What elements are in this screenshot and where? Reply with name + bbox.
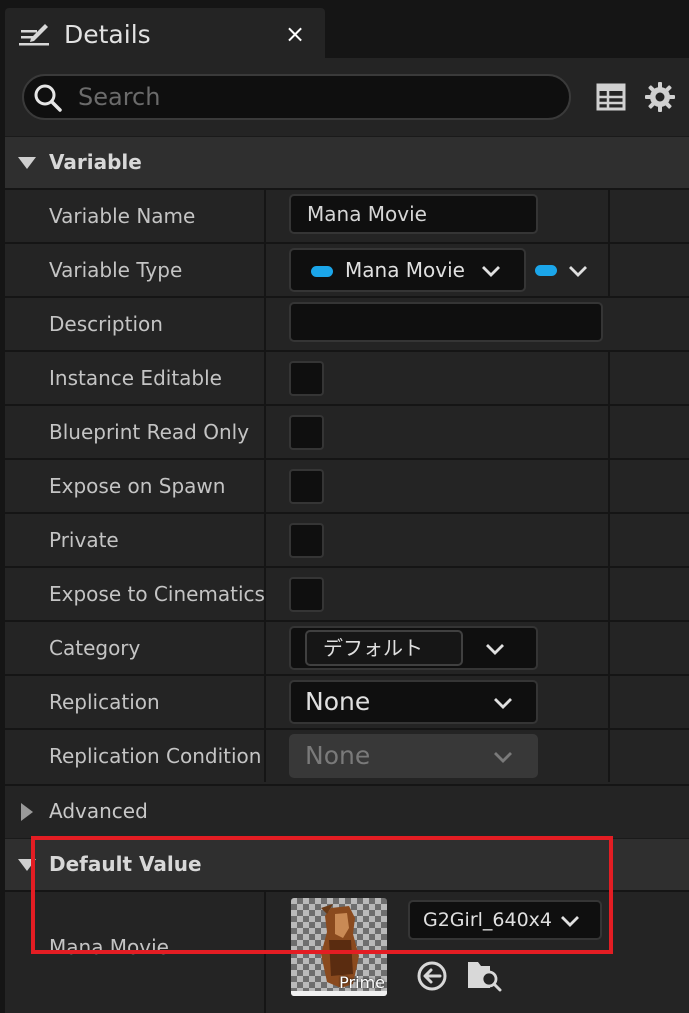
search-icon (34, 84, 62, 112)
variable-type-value: Mana Movie (345, 258, 465, 282)
property-label: Replication (49, 690, 160, 714)
highlight-box (31, 836, 613, 954)
column-divider (264, 514, 266, 566)
search-row (5, 58, 689, 136)
column-divider (264, 406, 266, 458)
row-expose-to-cinematics: Expose to Cinematics (5, 566, 689, 620)
replication-value: None (305, 687, 371, 716)
column-divider (608, 514, 610, 566)
collapse-arrow-icon (18, 157, 36, 169)
replication-condition-dropdown: None (289, 734, 538, 778)
details-tab[interactable]: Details × (5, 8, 325, 58)
property-label: Category (49, 636, 141, 660)
thumbnail-bar (291, 991, 387, 996)
expose-on-spawn-checkbox[interactable] (289, 469, 324, 504)
row-replication: Replication None (5, 674, 689, 728)
search-input[interactable] (78, 79, 558, 115)
row-replication-condition: Replication Condition None (5, 728, 689, 782)
column-divider (608, 676, 610, 728)
column-divider (608, 190, 610, 242)
instance-editable-checkbox[interactable] (289, 361, 324, 396)
expand-arrow-icon (21, 803, 33, 821)
column-divider (264, 676, 266, 728)
property-label: Description (49, 312, 163, 336)
expose-to-cinematics-checkbox[interactable] (289, 577, 324, 612)
tab-bar: Details × (0, 0, 689, 58)
column-divider (264, 460, 266, 512)
section-variable[interactable]: Variable (5, 136, 689, 188)
column-divider (608, 460, 610, 512)
description-field[interactable] (289, 302, 603, 342)
column-divider (608, 244, 610, 296)
chevron-down-icon (494, 752, 512, 763)
category-input[interactable]: デフォルト (305, 630, 463, 666)
column-divider (608, 406, 610, 458)
chevron-down-icon (482, 266, 500, 277)
column-divider (264, 190, 266, 242)
row-private: Private (5, 512, 689, 566)
section-advanced[interactable]: Advanced (5, 784, 689, 836)
private-checkbox[interactable] (289, 523, 324, 558)
row-instance-editable: Instance Editable (5, 350, 689, 404)
container-type-pill-icon[interactable] (535, 265, 557, 276)
row-variable-type: Variable Type Mana Movie (5, 242, 689, 296)
close-icon[interactable]: × (281, 20, 309, 48)
row-expose-on-spawn: Expose on Spawn (5, 458, 689, 512)
column-divider (608, 730, 610, 782)
gear-icon[interactable] (643, 80, 677, 114)
row-category: Category デフォルト (5, 620, 689, 674)
thumbnail-label: Prime (339, 973, 385, 992)
details-icon (19, 24, 49, 46)
search-box[interactable] (22, 74, 571, 120)
row-blueprint-read-only: Blueprint Read Only (5, 404, 689, 458)
column-divider (608, 352, 610, 404)
variable-type-dropdown[interactable]: Mana Movie (289, 248, 526, 292)
row-description: Description (5, 296, 689, 350)
chevron-down-icon[interactable] (485, 642, 505, 656)
section-label: Variable (49, 150, 142, 174)
property-label: Blueprint Read Only (49, 420, 250, 444)
column-divider (264, 622, 266, 674)
property-label: Variable Name (49, 204, 196, 228)
chevron-down-icon (494, 698, 512, 709)
column-divider (264, 568, 266, 620)
browse-folder-icon[interactable] (466, 958, 502, 992)
column-divider (264, 352, 266, 404)
blueprint-read-only-checkbox[interactable] (289, 415, 324, 450)
property-label: Replication Condition (49, 744, 262, 768)
type-pill-icon (311, 266, 333, 277)
property-label: Private (49, 528, 119, 552)
column-divider (608, 622, 610, 674)
column-divider (264, 244, 266, 296)
column-divider (264, 730, 266, 782)
use-selected-asset-icon[interactable] (416, 960, 448, 992)
row-variable-name: Variable Name Mana Movie (5, 188, 689, 242)
column-divider (608, 568, 610, 620)
section-label: Advanced (49, 799, 148, 823)
replication-condition-value: None (305, 741, 371, 770)
tab-title: Details (64, 20, 151, 49)
column-divider (264, 298, 266, 350)
replication-dropdown[interactable]: None (289, 680, 538, 724)
property-label: Expose to Cinematics (49, 582, 265, 606)
chevron-down-icon[interactable] (568, 264, 588, 278)
property-label: Instance Editable (49, 366, 222, 390)
property-label: Variable Type (49, 258, 183, 282)
table-icon[interactable] (596, 82, 626, 112)
category-combobox[interactable]: デフォルト (289, 626, 538, 670)
variable-name-field[interactable]: Mana Movie (289, 194, 538, 234)
property-label: Expose on Spawn (49, 474, 226, 498)
